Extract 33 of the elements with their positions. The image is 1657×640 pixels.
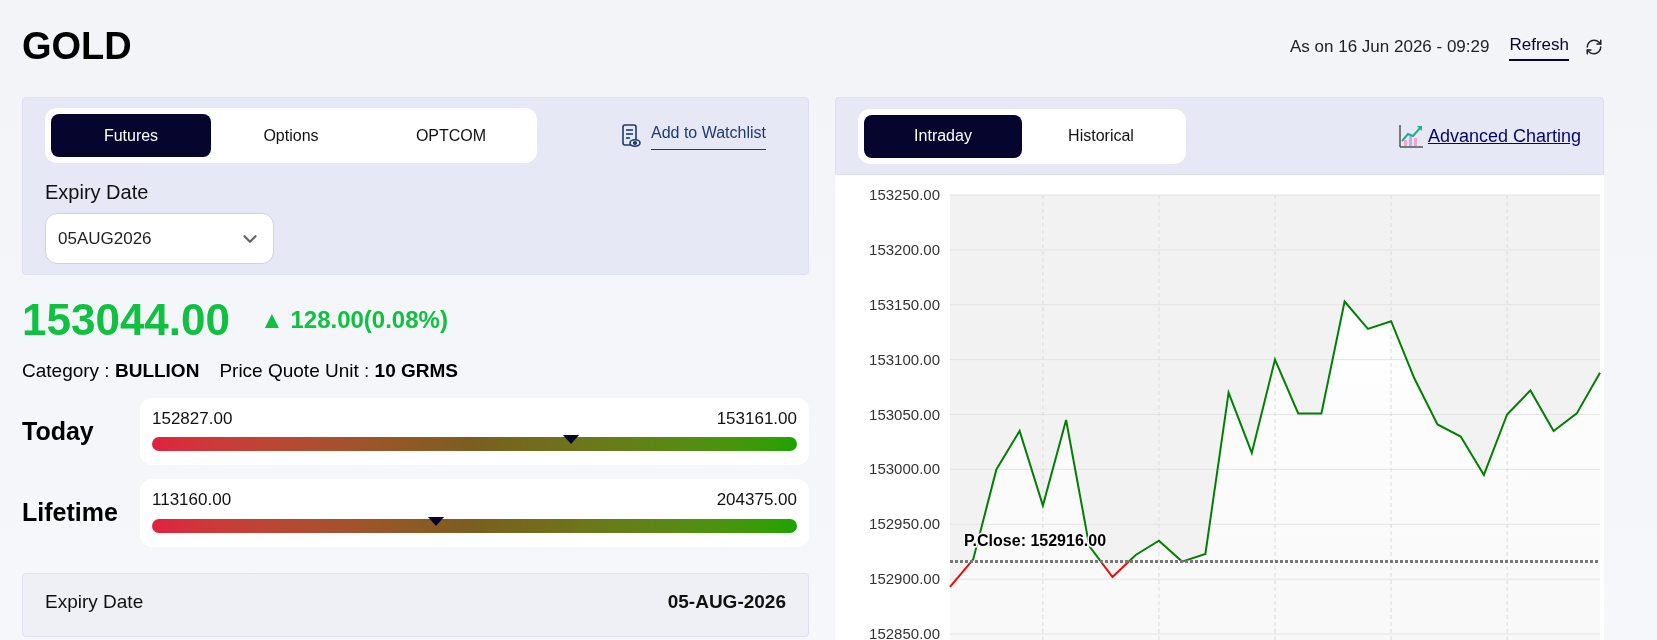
quote-unit-text: Price Quote Unit : 10 GRMS	[219, 359, 459, 383]
range-label: Lifetime	[22, 497, 119, 528]
refresh-icon[interactable]	[1585, 37, 1603, 56]
advanced-charting-link[interactable]: Advanced Charting	[1427, 122, 1581, 150]
y-axis-label: 152850.00	[869, 625, 940, 640]
detail-value: 05-AUG-2026	[667, 589, 786, 614]
add-to-watchlist-link[interactable]: Add to Watchlist	[651, 121, 766, 150]
tab[interactable]: Intraday	[864, 114, 1022, 158]
y-axis-label: 153250.00	[869, 186, 940, 203]
range-high: 204375.00	[716, 489, 797, 511]
y-axis-label: 153150.00	[869, 295, 940, 313]
y-axis-label: 152900.00	[869, 570, 940, 588]
y-axis-label: 153200.00	[869, 240, 940, 258]
tab[interactable]: Futures	[51, 114, 211, 157]
range-low: 113160.00	[152, 489, 232, 511]
y-axis-label: 152950.00	[869, 515, 940, 533]
y-axis-label: 153000.00	[869, 460, 940, 478]
price-change: ▲ 128.00(0.08%)	[260, 305, 448, 335]
last-price: 153044.00	[22, 294, 230, 346]
chart-icon[interactable]	[1397, 123, 1424, 149]
page-title: GOLD	[22, 24, 132, 69]
expiry-dropdown[interactable]: 05AUG2026	[45, 213, 274, 264]
refresh-link[interactable]: Refresh	[1509, 32, 1569, 61]
range-low: 152827.00	[152, 407, 233, 430]
expiry-label: Expiry Date	[45, 180, 150, 205]
timestamp: As on 16 Jun 2026 - 09:29	[1290, 35, 1490, 58]
y-axis-label: 153100.00	[869, 350, 940, 368]
range-high: 153161.00	[716, 407, 797, 430]
watchlist-icon[interactable]	[621, 122, 641, 149]
y-axis-label: 153050.00	[869, 405, 940, 423]
category-text: Category : BULLION	[22, 359, 200, 383]
range-label: Today	[22, 415, 95, 447]
detail-label: Expiry Date	[45, 589, 144, 614]
